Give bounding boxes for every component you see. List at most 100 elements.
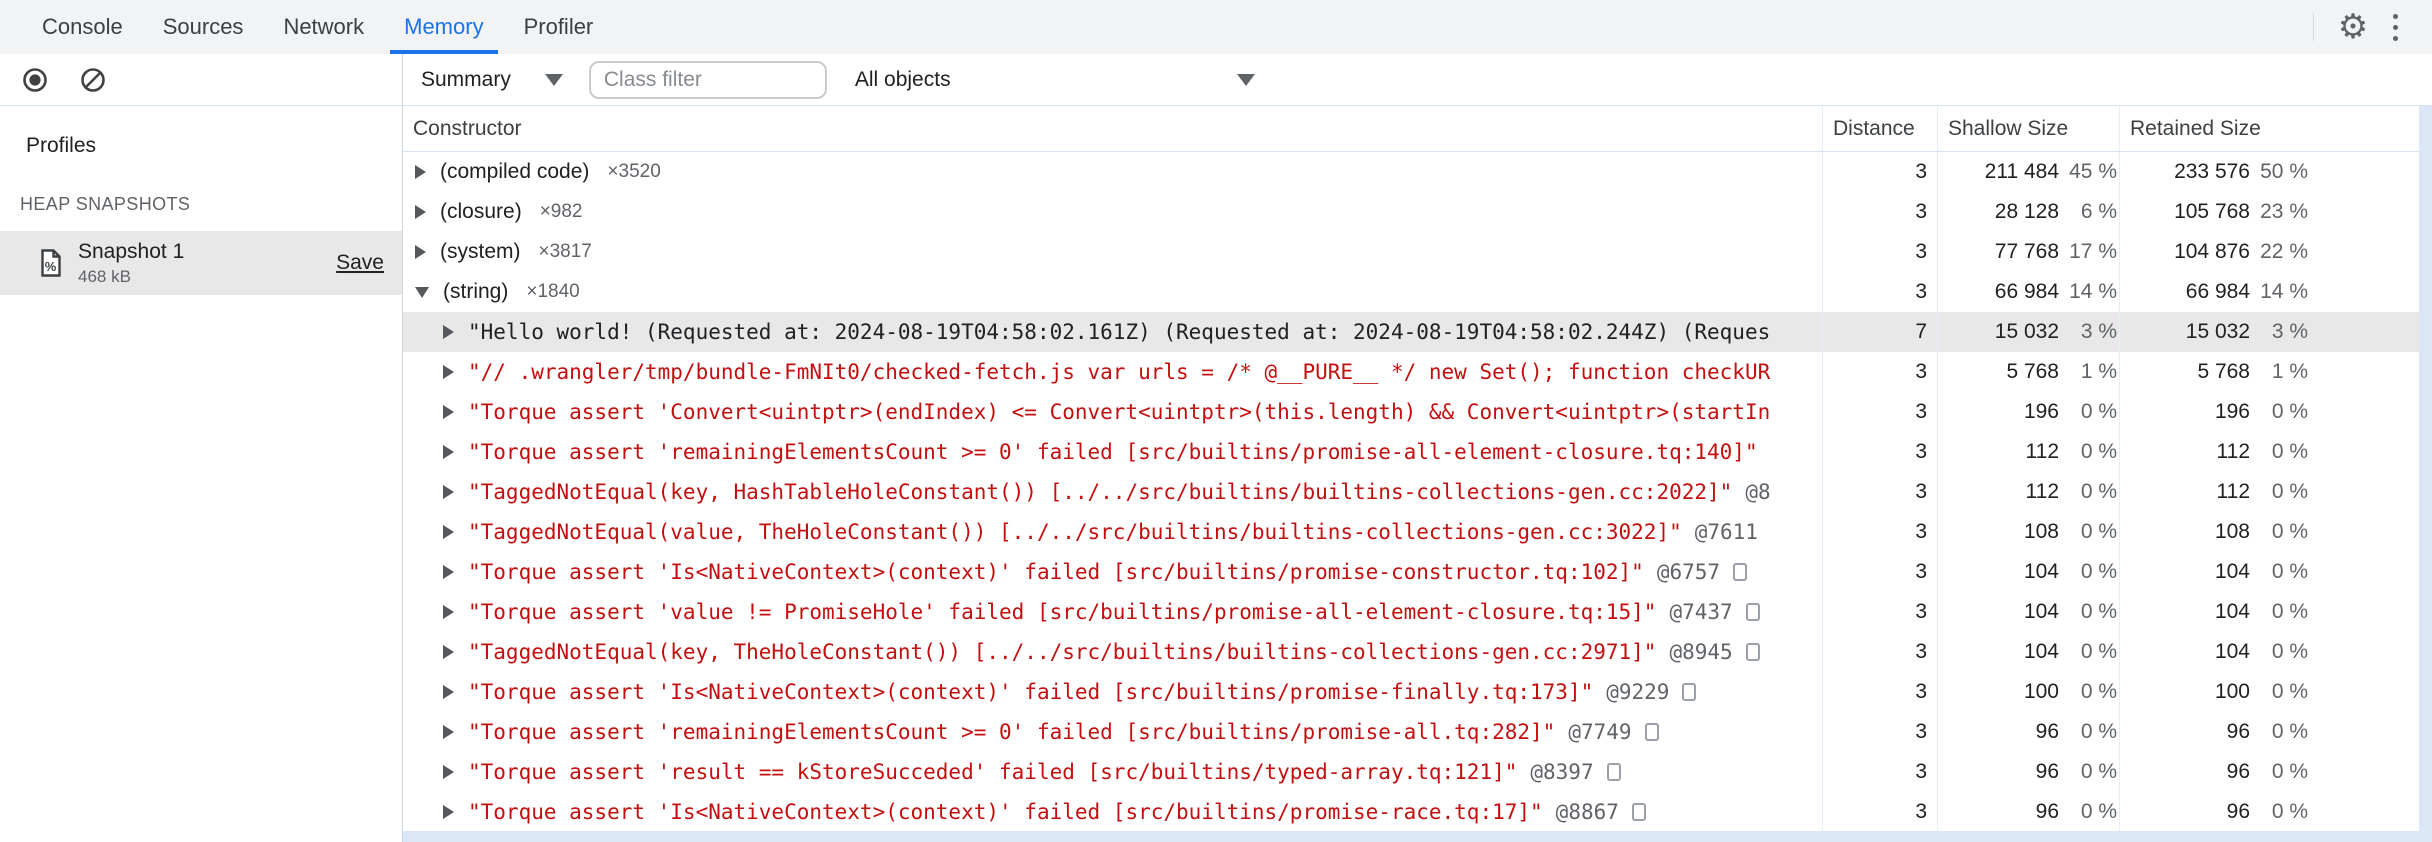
retained-size-cell: 112 0 % [2120, 472, 2432, 512]
constructor-cell: (compiled code) ×3520 [403, 152, 1823, 192]
distance-value: 3 [1915, 480, 1927, 503]
constructor-label: (string) [443, 280, 509, 303]
table-row[interactable]: "Torque assert 'result == kStoreSucceded… [403, 752, 2432, 792]
table-row[interactable]: "// .wrangler/tmp/bundle-FmNIt0/checked-… [403, 352, 2432, 392]
shallow-size-percent: 0 % [2080, 560, 2117, 583]
table-row[interactable]: "TaggedNotEqual(value, TheHoleConstant()… [403, 512, 2432, 552]
distance-cell: 7 [1823, 312, 1938, 352]
shallow-size-value: 96 [2035, 720, 2059, 743]
object-id: @7437 [1669, 600, 1733, 624]
memory-toolbar: Summary All objects [0, 54, 2432, 106]
constructor-cell: "Torque assert 'remainingElementsCount >… [403, 712, 1823, 752]
more-options-button[interactable] [2374, 6, 2416, 48]
table-row[interactable]: "TaggedNotEqual(key, HashTableHoleConsta… [403, 472, 2432, 512]
retained-size-percent: 0 % [2271, 440, 2308, 463]
expand-arrow-icon[interactable] [443, 365, 454, 379]
distance-cell: 3 [1823, 352, 1938, 392]
retained-size-percent: 0 % [2271, 640, 2308, 663]
tabbar-actions: ⚙ [2313, 0, 2432, 54]
column-header-distance[interactable]: Distance [1823, 106, 1938, 151]
expand-arrow-icon[interactable] [443, 765, 454, 779]
shallow-size-cell: 104 0 % [1938, 592, 2120, 632]
retained-size-cell: 104 0 % [2120, 552, 2432, 592]
column-header-shallow-size[interactable]: Shallow Size [1938, 106, 2120, 151]
constructor-label: "Torque assert 'Is<NativeContext>(contex… [468, 680, 1594, 704]
object-preview-icon[interactable] [1644, 723, 1659, 741]
vertical-scrollbar-track[interactable] [2419, 106, 2432, 842]
expand-arrow-icon[interactable] [443, 565, 454, 579]
retained-size-value: 96 [2226, 800, 2250, 823]
expand-arrow-icon[interactable] [443, 685, 454, 699]
object-id: @8 [1745, 480, 1771, 504]
clear-profiles-button[interactable] [72, 59, 114, 101]
expand-arrow-icon[interactable] [443, 485, 454, 499]
retained-size-cell: 96 0 % [2120, 712, 2432, 752]
table-row[interactable]: "Torque assert 'Is<NativeContext>(contex… [403, 792, 2432, 832]
retained-size-value: 104 [2214, 560, 2250, 583]
object-preview-icon[interactable] [1606, 763, 1621, 781]
table-row[interactable]: "Torque assert 'value != PromiseHole' fa… [403, 592, 2432, 632]
tab-memory[interactable]: Memory [388, 0, 499, 54]
expand-arrow-icon[interactable] [443, 405, 454, 419]
tab-sources[interactable]: Sources [147, 0, 260, 54]
grid-header: Constructor Distance Shallow Size Retain… [403, 106, 2432, 152]
expand-arrow-icon[interactable] [443, 605, 454, 619]
table-row[interactable]: (compiled code) ×3520 3 211 484 45 % 233… [403, 152, 2432, 192]
expand-arrow-icon[interactable] [415, 165, 426, 179]
settings-button[interactable]: ⚙ [2332, 6, 2374, 48]
class-filter-input[interactable] [588, 60, 827, 99]
record-heap-snapshot-button[interactable] [14, 59, 56, 101]
expand-arrow-icon[interactable] [443, 325, 454, 339]
expand-arrow-icon[interactable] [443, 645, 454, 659]
expand-arrow-icon[interactable] [443, 725, 454, 739]
expand-arrow-icon[interactable] [415, 245, 426, 259]
distance-cell: 3 [1823, 512, 1938, 552]
table-row[interactable]: "Torque assert 'remainingElementsCount >… [403, 432, 2432, 472]
distance-value: 3 [1915, 240, 1927, 263]
save-link[interactable]: Save [336, 251, 384, 275]
distance-cell: 3 [1823, 552, 1938, 592]
table-row[interactable]: "Torque assert 'remainingElementsCount >… [403, 712, 2432, 752]
column-header-retained-size[interactable]: Retained Size [2120, 106, 2432, 151]
horizontal-scrollbar-track[interactable] [403, 831, 2432, 842]
tab-console[interactable]: Console [26, 0, 139, 54]
table-row[interactable]: "TaggedNotEqual(key, TheHoleConstant()) … [403, 632, 2432, 672]
distance-cell: 3 [1823, 632, 1938, 672]
table-row[interactable]: (closure) ×982 3 28 128 6 % 105 768 23 % [403, 192, 2432, 232]
expand-arrow-icon[interactable] [443, 805, 454, 819]
shallow-size-percent: 3 % [2080, 320, 2117, 343]
constructor-cell: "Torque assert 'remainingElementsCount >… [403, 432, 1823, 472]
table-row[interactable]: "Torque assert 'Is<NativeContext>(contex… [403, 552, 2432, 592]
objects-scope-select[interactable]: All objects [845, 54, 1265, 105]
shallow-size-cell: 28 128 6 % [1938, 192, 2120, 232]
object-preview-icon[interactable] [1745, 643, 1760, 661]
expand-arrow-icon[interactable] [415, 286, 429, 298]
tab-profiler[interactable]: Profiler [508, 0, 610, 54]
table-row[interactable]: "Torque assert 'Is<NativeContext>(contex… [403, 672, 2432, 712]
table-row[interactable]: (system) ×3817 3 77 768 17 % 104 876 22 … [403, 232, 2432, 272]
object-preview-icon[interactable] [1682, 683, 1697, 701]
perspective-select-value: Summary [421, 67, 511, 91]
object-preview-icon[interactable] [1733, 563, 1748, 581]
retained-size-percent: 22 % [2260, 240, 2308, 263]
sidebar-item-snapshot-1[interactable]: % Snapshot 1 468 kB Save [0, 231, 402, 295]
expand-arrow-icon[interactable] [443, 445, 454, 459]
shallow-size-cell: 108 0 % [1938, 512, 2120, 552]
perspective-select[interactable]: Summary [411, 54, 573, 105]
object-preview-icon[interactable] [1745, 603, 1760, 621]
expand-arrow-icon[interactable] [415, 205, 426, 219]
object-preview-icon[interactable] [1631, 803, 1646, 821]
constructor-label: (system) [440, 240, 521, 263]
column-header-constructor[interactable]: Constructor [403, 106, 1823, 151]
distance-value: 3 [1915, 360, 1927, 383]
table-row[interactable]: (string) ×1840 3 66 984 14 % 66 984 14 % [403, 272, 2432, 312]
tab-network[interactable]: Network [267, 0, 380, 54]
retained-size-percent: 0 % [2271, 400, 2308, 423]
table-row[interactable]: "Hello world! (Requested at: 2024-08-19T… [403, 312, 2432, 352]
shallow-size-cell: 96 0 % [1938, 792, 2120, 832]
shallow-size-percent: 0 % [2080, 720, 2117, 743]
retained-size-percent: 0 % [2271, 680, 2308, 703]
shallow-size-cell: 104 0 % [1938, 552, 2120, 592]
expand-arrow-icon[interactable] [443, 525, 454, 539]
table-row[interactable]: "Torque assert 'Convert<uintptr>(endInde… [403, 392, 2432, 432]
